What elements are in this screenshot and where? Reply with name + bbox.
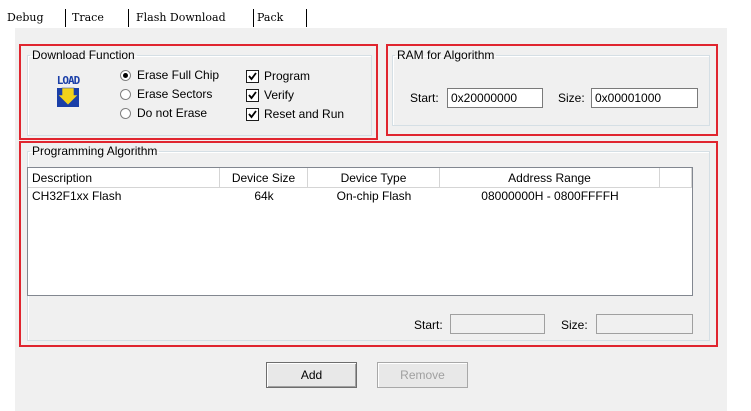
tab-bar: Debug Trace Flash Download Pack — [0, 0, 751, 28]
highlight-programming-algorithm — [19, 141, 718, 347]
tab-separator — [306, 9, 307, 27]
tab-trace[interactable]: Trace — [72, 9, 104, 27]
tab-separator — [128, 9, 129, 27]
tab-separator — [253, 9, 254, 27]
add-button[interactable]: Add — [266, 362, 357, 388]
highlight-ram-for-algorithm — [386, 44, 718, 136]
remove-button[interactable]: Remove — [377, 362, 468, 388]
tab-debug[interactable]: Debug — [7, 9, 44, 27]
tab-flash-download[interactable]: Flash Download — [136, 9, 226, 27]
tab-separator — [65, 9, 66, 27]
tab-pack[interactable]: Pack — [257, 9, 283, 27]
highlight-download-function — [19, 44, 378, 140]
